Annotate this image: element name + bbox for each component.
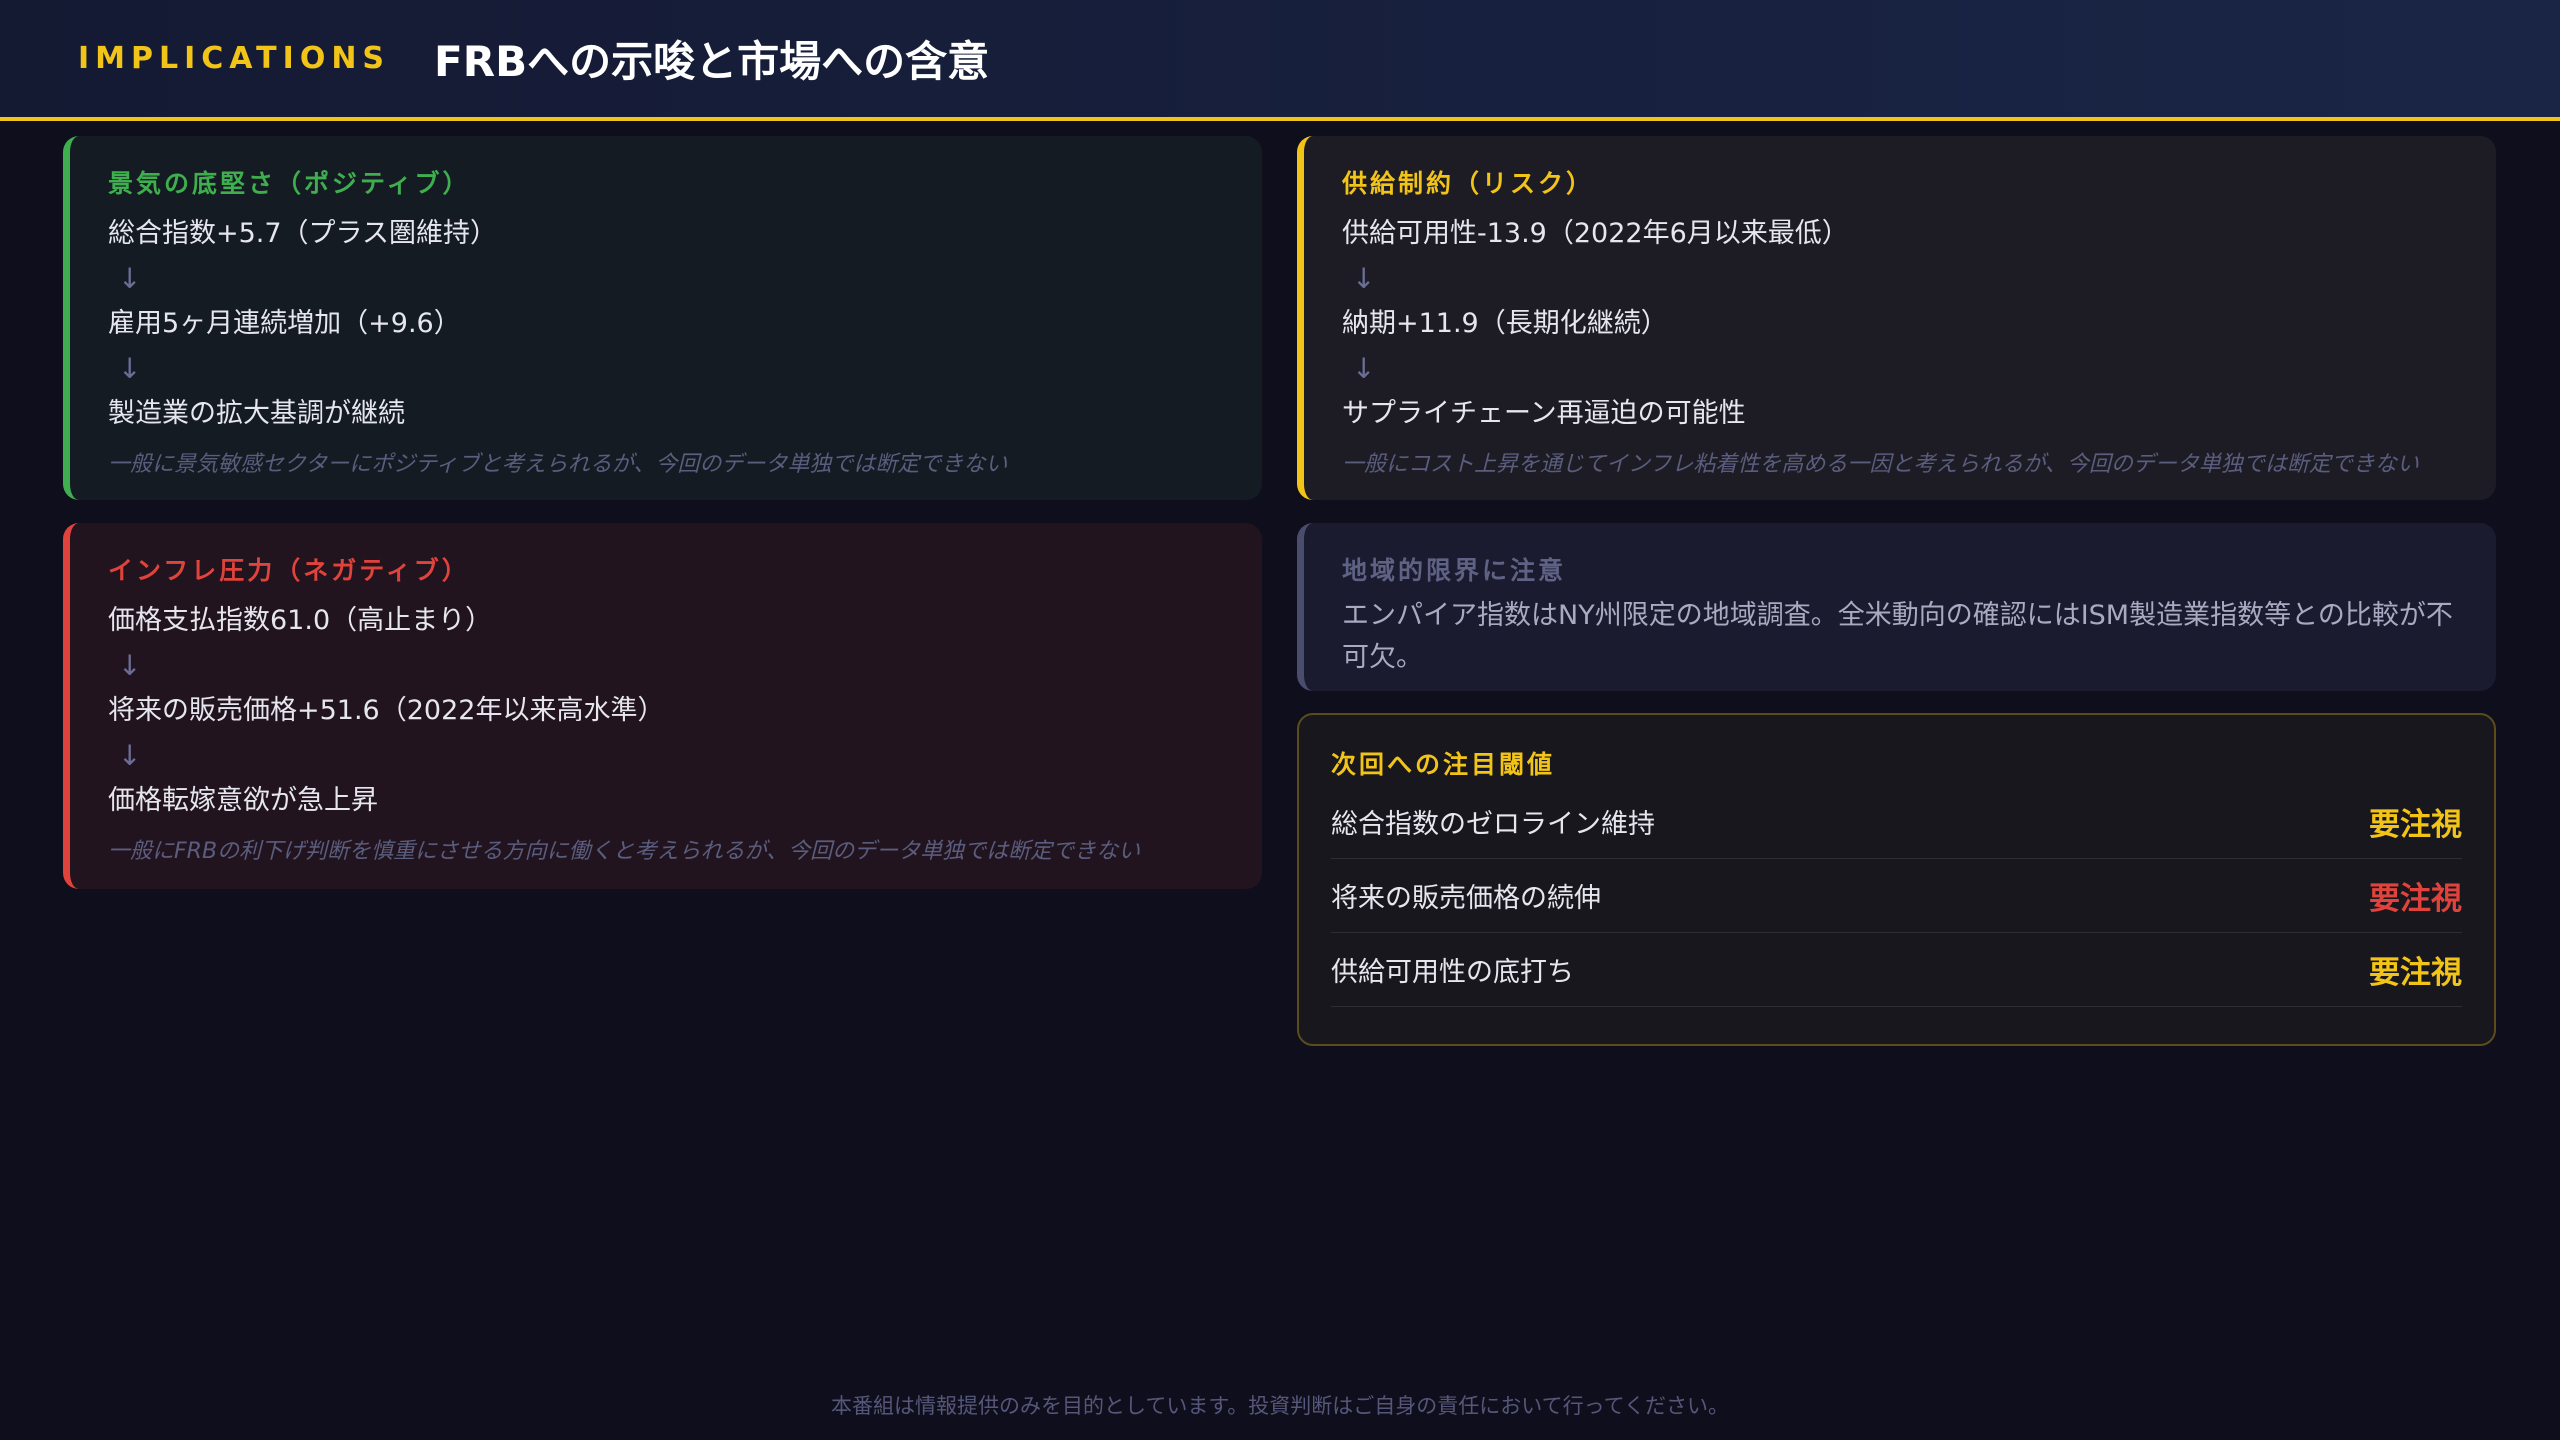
flow-item: 納期+11.9（長期化継続） [1342,308,1668,339]
status-badge: 要注視 [2369,807,2462,843]
header-bar: IMPLICATIONS FRBへの示唆と市場への含意 [0,0,2560,121]
card-note: 一般に景気敏感セクターにポジティブと考えられるが、今回のデータ単独では断定できな… [108,452,1008,477]
card-title: 地域的限界に注意 [1342,556,1567,585]
down-arrow-icon: ↓ [118,649,142,682]
card-note: 一般にFRBの利下げ判断を慎重にさせる方向に働くと考えられるが、今回のデータ単独… [108,839,1141,864]
card-title: インフレ圧力（ネガティブ） [108,556,470,585]
down-arrow-icon: ↓ [118,352,142,385]
flow-item: 総合指数+5.7（プラス圏維持） [108,218,498,249]
card-title: 景気の底堅さ（ポジティブ） [108,169,471,198]
flow-item: 価格転嫁意欲が急上昇 [108,785,378,816]
regional-note-body: エンパイア指数はNY州限定の地域調査。全米動向の確認にはISM製造業指数等との比… [1342,600,2453,673]
flow-item: 雇用5ヶ月連続増加（+9.6） [108,308,461,339]
watch-row: 供給可用性の底打ち 要注視 [1331,933,2462,1007]
status-badge: 要注視 [2369,955,2462,991]
page-title: FRBへの示唆と市場への含意 [434,37,990,86]
flow-item: サプライチェーン再逼迫の可能性 [1342,398,1746,429]
watch-label: 総合指数のゼロライン維持 [1331,809,1655,840]
section-kicker: IMPLICATIONS [78,41,391,76]
flow-item: 価格支払指数61.0（高止まり） [108,605,493,636]
down-arrow-icon: ↓ [1352,262,1376,295]
watch-thresholds-card: 次回への注目閾値 総合指数のゼロライン維持 要注視 将来の販売価格の続伸 要注視… [1297,713,2496,1046]
regional-limit-card: 地域的限界に注意 エンパイア指数はNY州限定の地域調査。全米動向の確認にはISM… [1297,523,2496,691]
flow-item: 製造業の拡大基調が継続 [108,398,405,429]
flow-item: 供給可用性-13.9（2022年6月以来最低） [1342,218,1849,249]
down-arrow-icon: ↓ [118,739,142,772]
watch-label: 供給可用性の底打ち [1331,957,1574,988]
down-arrow-icon: ↓ [118,262,142,295]
positive-card: 景気の底堅さ（ポジティブ） 総合指数+5.7（プラス圏維持） ↓ 雇用5ヶ月連続… [63,136,1262,500]
supply-risk-card: 供給制約（リスク） 供給可用性-13.9（2022年6月以来最低） ↓ 納期+1… [1297,136,2496,500]
watch-row: 将来の販売価格の続伸 要注視 [1331,859,2462,933]
down-arrow-icon: ↓ [1352,352,1376,385]
disclaimer-footer: 本番組は情報提供のみを目的としています。投資判断はご自身の責任において行ってくだ… [831,1394,1729,1418]
watch-row: 総合指数のゼロライン維持 要注視 [1331,785,2462,859]
flow-item: 将来の販売価格+51.6（2022年以来高水準） [108,695,665,726]
card-title: 供給制約（リスク） [1342,169,1595,198]
inflation-card: インフレ圧力（ネガティブ） 価格支払指数61.0（高止まり） ↓ 将来の販売価格… [63,523,1262,889]
status-badge: 要注視 [2369,881,2462,917]
card-title: 次回への注目閾値 [1331,750,1556,779]
watch-label: 将来の販売価格の続伸 [1331,883,1601,914]
card-note: 一般にコスト上昇を通じてインフレ粘着性を高める一因と考えられるが、今回のデータ単… [1342,452,2419,477]
